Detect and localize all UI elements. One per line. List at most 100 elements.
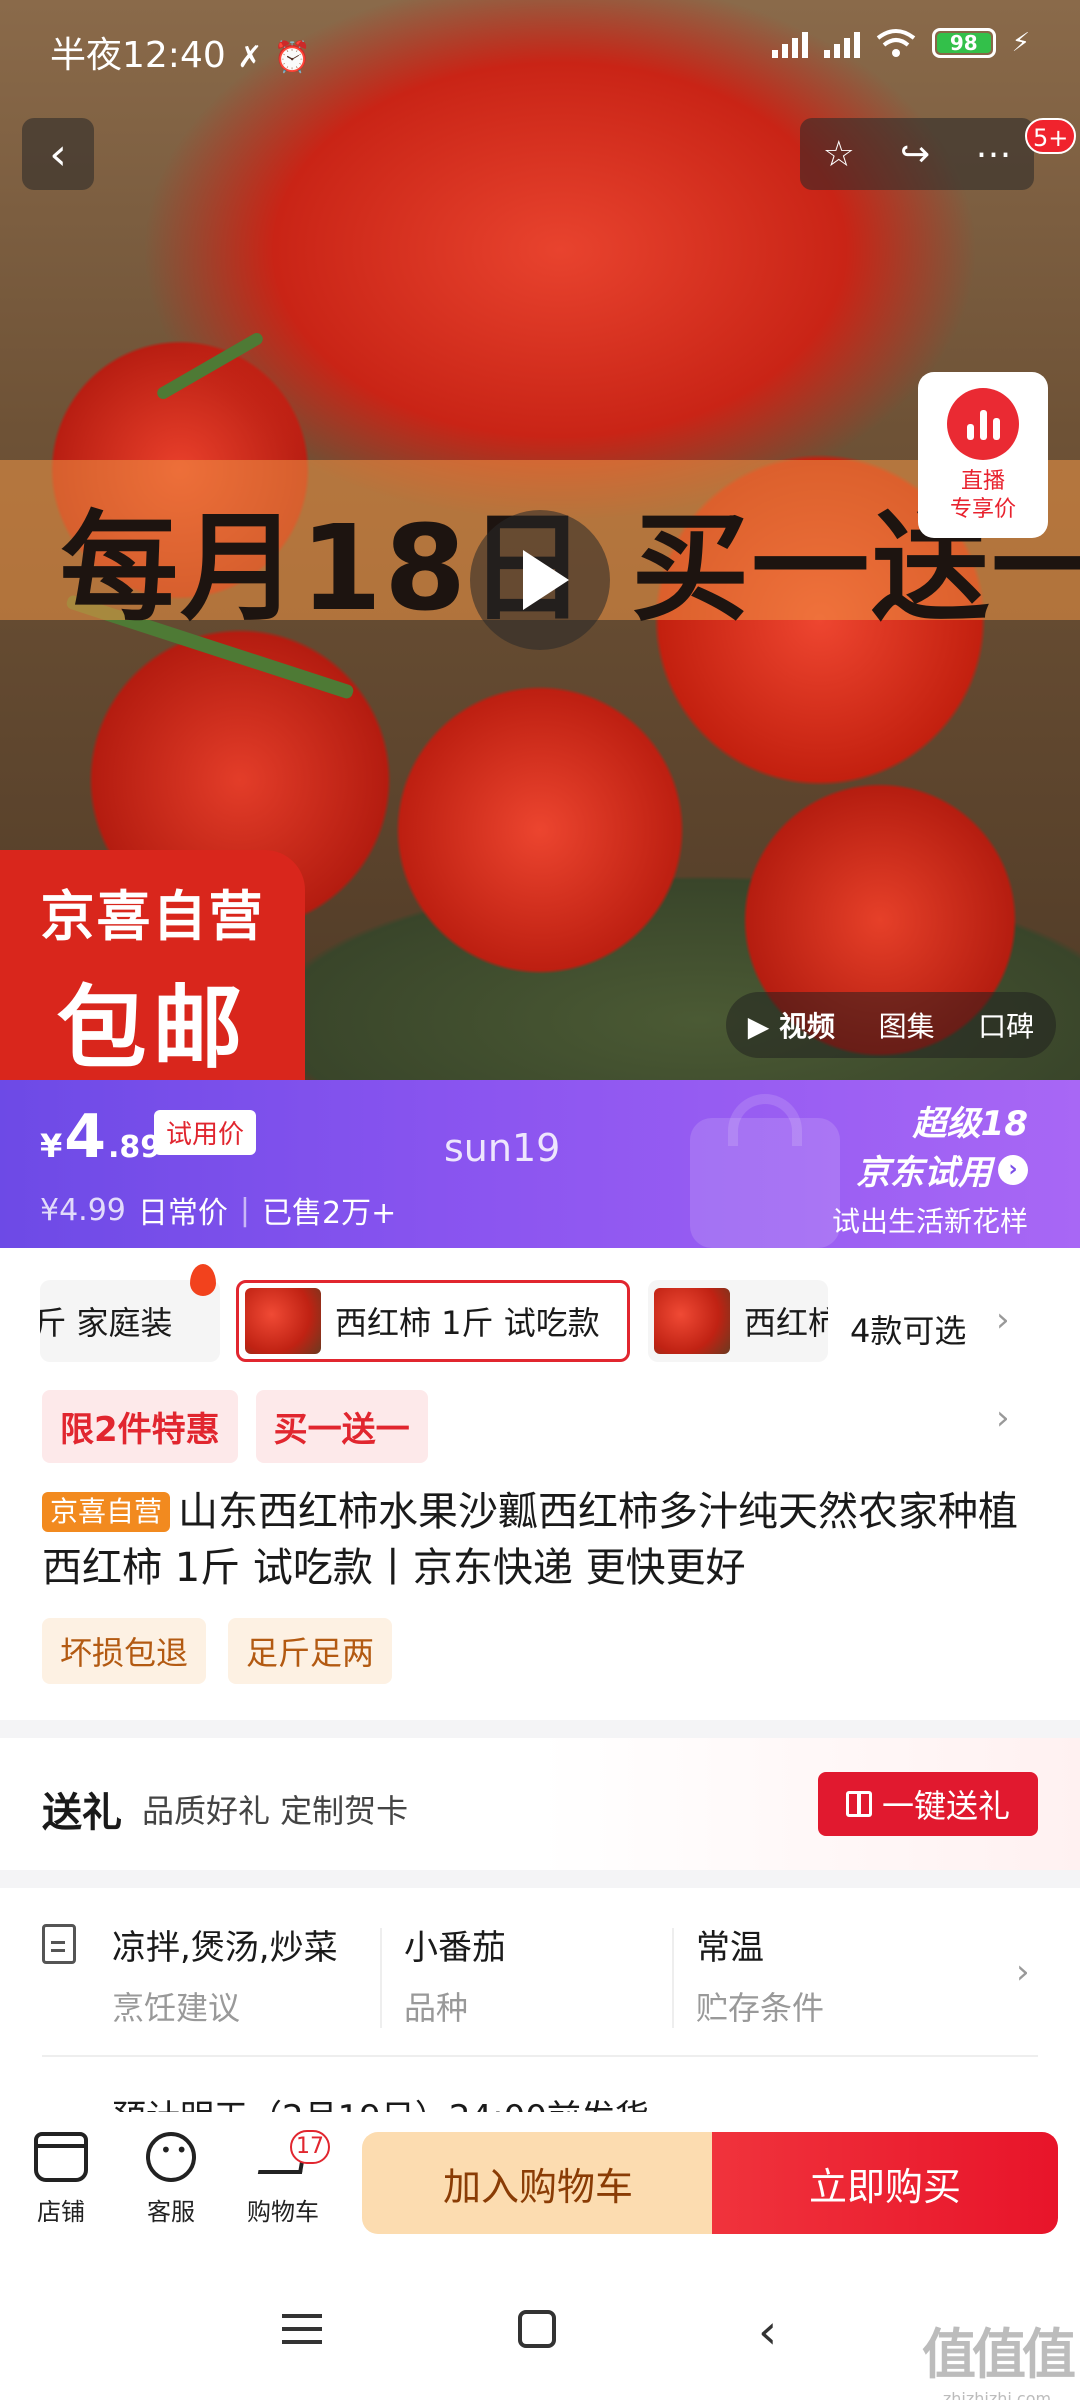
- sku-option-selected[interactable]: 西红柿 1斤 试吃款: [236, 1280, 630, 1362]
- more-icon[interactable]: ⋯: [975, 134, 1011, 175]
- jd-self-operated-tag: 京喜自营: [42, 1492, 171, 1532]
- promo-slogan: 试出生活新花样: [831, 1205, 1028, 1238]
- promotion-tags[interactable]: 限2件特惠 买一送一: [42, 1390, 428, 1463]
- menu-icon[interactable]: [282, 2314, 322, 2344]
- mute-icon: ✗: [237, 40, 263, 75]
- share-icon[interactable]: ↪: [900, 134, 930, 175]
- sku-thumbnail: [245, 1288, 321, 1354]
- alarm-icon: ⏰: [273, 40, 312, 75]
- wifi-icon: [876, 29, 915, 57]
- status-icons: 98 ⚡: [771, 28, 1030, 58]
- bag-decoration: [690, 1118, 840, 1248]
- trial-price-tag: 试用价: [154, 1110, 257, 1155]
- spec-label: 贮存条件: [696, 1989, 825, 2027]
- bottom-action-bar: 店铺 客服 购物车 17 加入购物车 立即购买: [0, 2112, 1080, 2252]
- play-video-button[interactable]: [470, 510, 610, 650]
- play-icon: [523, 550, 569, 610]
- send-gift-label: 一键送礼: [881, 1787, 1010, 1825]
- section-divider: [0, 1720, 1080, 1738]
- buy-now-button[interactable]: 立即购买: [712, 2132, 1058, 2234]
- service-tags: 坏损包退 足斤足两: [42, 1618, 393, 1684]
- hot-fire-icon: [190, 1264, 216, 1296]
- back-icon[interactable]: ‹: [758, 2304, 777, 2360]
- spec-separator: [380, 1928, 382, 2028]
- chevron-left-icon: ‹: [49, 128, 67, 180]
- back-button[interactable]: ‹: [22, 118, 94, 190]
- send-gift-button[interactable]: 一键送礼: [818, 1772, 1038, 1836]
- add-to-cart-button[interactable]: 加入购物车: [362, 2132, 714, 2234]
- chevron-right-icon: ›: [1016, 1952, 1030, 1992]
- promo-tag: 买一送一: [255, 1390, 428, 1463]
- sku-option-label: 西红柿: [744, 1304, 828, 1342]
- original-price-label: 日常价: [137, 1196, 228, 1231]
- user-watermark: sun19: [444, 1126, 561, 1170]
- chat-face-icon: [146, 2132, 196, 2182]
- jd-badge-bottom-text: 包邮: [56, 976, 249, 1081]
- jd-self-operated-badge: 京喜自营 包邮: [0, 850, 305, 1081]
- separator: |: [239, 1192, 250, 1228]
- promo-title: 超级18: [912, 1104, 1028, 1144]
- promo-link: 京东试用 ›: [832, 1145, 1028, 1194]
- gift-subtitle: 品质好礼 定制贺卡: [142, 1792, 409, 1830]
- sku-option[interactable]: 西红柿: [648, 1280, 828, 1362]
- status-bar: 半夜12:40 ✗ ⏰ 98 ⚡: [0, 0, 1080, 100]
- price-integer: 4: [64, 1102, 107, 1172]
- live-label: 直播: [960, 469, 1005, 494]
- product-title: 京喜自营 山东西红柿水果沙瓤西红柿多汁纯天然农家种植 西红柿 1斤 试吃款丨京东快…: [42, 1484, 1052, 1596]
- sku-count[interactable]: 4款可选: [850, 1306, 966, 1352]
- customer-service-button[interactable]: 客服: [126, 2132, 216, 2227]
- tab-gallery[interactable]: 图集: [879, 1005, 935, 1045]
- tab-reviews[interactable]: 口碑: [978, 1005, 1034, 1045]
- live-price-label: 专享价: [949, 497, 1016, 522]
- gift-icon: [845, 1791, 872, 1817]
- stem-decoration: [155, 330, 265, 402]
- status-time: 半夜12:40 ✗ ⏰: [50, 26, 311, 78]
- site-watermark-text: 值值值: [922, 2323, 1076, 2386]
- sku-thumbnail: [654, 1288, 730, 1354]
- sold-count: 已售2万+: [262, 1196, 397, 1231]
- sku-selector: 1斤 家庭装 西红柿 1斤 试吃款 西红柿 4款可选 ›: [0, 1250, 1080, 1386]
- chevron-right-icon: ›: [998, 1154, 1028, 1185]
- service-tag: 坏损包退: [42, 1618, 207, 1684]
- favorite-star-icon[interactable]: ☆: [823, 134, 855, 175]
- price-currency: ¥: [40, 1127, 63, 1165]
- clock-text: 半夜12:40: [50, 35, 226, 76]
- media-tabs: ▶ 视频 图集 口碑: [726, 992, 1056, 1058]
- spec-label: 烹饪建议: [112, 1989, 241, 2027]
- spec-label: 品种: [404, 1989, 469, 2027]
- system-navigation-bar: ‹: [0, 2252, 1080, 2400]
- divider-line: [42, 2055, 1038, 2057]
- home-icon[interactable]: [518, 2310, 556, 2348]
- live-stream-entry[interactable]: 直播 专享价: [918, 372, 1048, 538]
- spec-value: 凉拌,煲汤,炒菜: [112, 1928, 338, 1968]
- charging-icon: ⚡: [1011, 28, 1030, 58]
- product-title-text: 山东西红柿水果沙瓤西红柿多汁纯天然农家种植 西红柿 1斤 试吃款丨京东快递 更快…: [42, 1489, 1019, 1591]
- site-watermark: 值值值 zhizhizhi.com: [922, 2310, 1076, 2400]
- chevron-right-icon[interactable]: ›: [996, 1300, 1010, 1340]
- tab-video-label: 视频: [779, 1010, 836, 1043]
- spec-variety: 小番茄 品种: [404, 1920, 506, 2029]
- spec-storage: 常温 贮存条件: [696, 1920, 824, 2029]
- message-count-badge: 5+: [1025, 118, 1077, 154]
- tab-video[interactable]: ▶ 视频: [748, 1005, 835, 1045]
- signal-icon: [771, 28, 808, 58]
- live-bars-icon: [947, 388, 1019, 460]
- original-price: ¥4.99: [40, 1192, 126, 1228]
- spec-value: 常温: [696, 1928, 764, 1968]
- spec-value: 小番茄: [404, 1928, 506, 1968]
- price-banner: ¥ 4 .89 试用价 ¥4.99 日常价 | 已售2万+ sun19 超级18…: [0, 1080, 1080, 1248]
- product-specs[interactable]: 凉拌,煲汤,炒菜 烹饪建议 小番茄 品种 常温 贮存条件 ›: [0, 1888, 1080, 2058]
- sku-option-label: 1斤 家庭装: [40, 1304, 173, 1342]
- super18-trial-promo[interactable]: 超级18 京东试用 › 试出生活新花样: [832, 1096, 1028, 1240]
- service-label: 客服: [147, 2198, 195, 2226]
- section-divider: [0, 1870, 1080, 1888]
- jd-badge-top-text: 京喜自营: [40, 885, 265, 948]
- document-icon: [42, 1924, 76, 1964]
- chevron-right-icon[interactable]: ›: [996, 1398, 1010, 1438]
- shop-button[interactable]: 店铺: [16, 2132, 106, 2227]
- promo-tag: 限2件特惠: [42, 1390, 238, 1463]
- current-price: ¥ 4 .89: [40, 1102, 161, 1172]
- battery-icon: 98: [931, 28, 996, 58]
- battery-level: 98: [936, 33, 991, 53]
- site-watermark-url: zhizhizhi.com: [942, 2389, 1052, 2400]
